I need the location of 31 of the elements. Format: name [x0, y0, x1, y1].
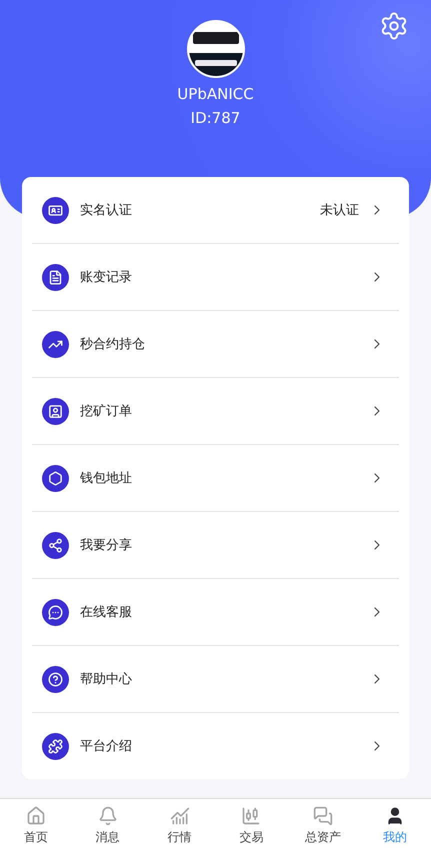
puzzle-icon — [42, 732, 69, 760]
share-icon — [42, 532, 69, 558]
bell-icon[interactable] — [98, 806, 118, 826]
chart-icon[interactable] — [170, 806, 190, 826]
help-icon — [42, 666, 69, 692]
user-card-icon — [42, 398, 69, 424]
menu-item[interactable]: 钱包地址 — [80, 469, 369, 487]
tab[interactable]: 首页 — [24, 829, 48, 846]
chat-icon[interactable] — [313, 806, 334, 826]
user-id: ID:787 — [190, 109, 240, 127]
chat-icon — [42, 598, 69, 626]
menu-item[interactable]: 在线客服 — [80, 603, 369, 621]
tab[interactable]: 总资产 — [305, 829, 342, 846]
candlestick-icon[interactable] — [241, 806, 262, 826]
username: UPbANICC — [177, 85, 254, 103]
menu-item[interactable]: 实名认证 — [80, 201, 320, 219]
tab[interactable]: 消息 — [96, 829, 120, 846]
tab[interactable]: 交易 — [239, 829, 264, 846]
document-icon — [42, 264, 69, 290]
menu-item[interactable]: 秒合约持仓 — [80, 335, 369, 353]
tab[interactable]: 行情 — [168, 829, 192, 846]
id-card-icon — [42, 196, 69, 224]
menu-item[interactable]: 我要分享 — [80, 536, 369, 554]
menu-item[interactable]: 平台介绍 — [80, 737, 369, 755]
status-text: 未认证 — [320, 202, 359, 219]
home-icon[interactable] — [26, 806, 46, 826]
menu-item[interactable]: 帮助中心 — [80, 670, 369, 688]
menu-item[interactable]: 账变记录 — [80, 268, 369, 286]
chart-icon — [42, 330, 69, 358]
menu-item[interactable]: 挖矿订单 — [80, 402, 369, 420]
settings-icon[interactable] — [379, 11, 409, 41]
